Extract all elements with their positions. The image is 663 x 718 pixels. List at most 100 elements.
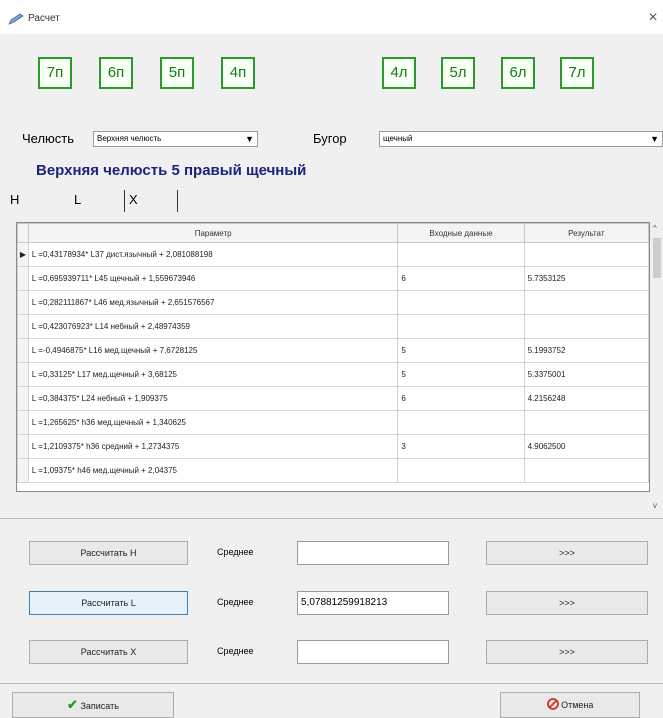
chevron-down-icon: ▼ (245, 134, 254, 144)
tab-l[interactable]: L (74, 192, 81, 207)
row-selector (17, 434, 29, 459)
cell-input[interactable]: 6 (397, 386, 525, 411)
parameter-tabs: H L X (0, 188, 663, 212)
tab-divider (124, 190, 125, 212)
jaw-select-value: Верхняя челюсть (97, 134, 162, 143)
row-selector (17, 290, 29, 315)
divider (0, 683, 663, 684)
table-row[interactable]: L =0,33125* L17 мед.щечный + 3,68125 5 5… (17, 362, 649, 387)
calculation-window: Расчет × 7п 6п 5п 4п 4л 5л 6л 7л Челюсть… (0, 0, 663, 718)
row-selector (17, 410, 29, 435)
cell-result: 4.9062500 (523, 434, 649, 459)
row-selector (17, 266, 29, 291)
tooth-button-4l[interactable]: 4л (382, 57, 416, 89)
cell-parameter: L =0,695939711* L45 щечный + 1,559673946 (27, 266, 399, 291)
cell-parameter: L =0,282111867* L46 мед.язычный + 2,6515… (27, 290, 399, 315)
cell-result (523, 458, 649, 483)
table-row[interactable]: L =1,09375* h46 мед.щечный + 2,04375 (17, 458, 649, 483)
details-h-button[interactable]: >>> (486, 541, 648, 565)
cancel-icon (546, 698, 559, 710)
cell-result: 4.2156248 (523, 386, 649, 411)
table-scrollbar[interactable]: ^ v (651, 222, 663, 512)
calculate-h-button[interactable]: Рассчитать H (29, 541, 188, 565)
tubercle-select-value: щечный (383, 134, 413, 143)
window-title: Расчет (28, 13, 60, 24)
cell-result: 5.3375001 (523, 362, 649, 387)
scroll-up-icon[interactable]: ^ (653, 224, 657, 233)
cell-input[interactable] (397, 410, 525, 435)
save-button-label: Записать (80, 701, 119, 711)
cell-input[interactable] (397, 290, 525, 315)
cell-result (523, 314, 649, 339)
row-pointer-icon: ▶ (17, 242, 29, 267)
details-x-button[interactable]: >>> (486, 640, 648, 664)
cell-result (523, 410, 649, 435)
tooth-button-6p[interactable]: 6п (99, 57, 133, 89)
average-h-field[interactable] (297, 541, 449, 565)
tooth-button-7l[interactable]: 7л (560, 57, 594, 89)
cell-result: 5.7353125 (523, 266, 649, 291)
check-icon: ✔ (67, 697, 78, 712)
close-icon[interactable]: × (645, 9, 661, 27)
table-row[interactable]: L =0,282111867* L46 мед.язычный + 2,6515… (17, 290, 649, 315)
tubercle-select[interactable]: щечный ▼ (379, 131, 663, 147)
cell-parameter: L =1,09375* h46 мед.щечный + 2,04375 (27, 458, 399, 483)
cell-input[interactable]: 5 (397, 362, 525, 387)
table-row[interactable]: L =0,423076923* L14 небный + 2,48974359 (17, 314, 649, 339)
divider (0, 518, 663, 519)
pen-icon (8, 13, 24, 25)
calculate-x-button[interactable]: Рассчитать X (29, 640, 188, 664)
row-selector (17, 458, 29, 483)
tab-x[interactable]: X (129, 192, 138, 207)
tooth-button-5p[interactable]: 5п (160, 57, 194, 89)
average-l-field[interactable]: 5,07881259918213 (297, 591, 449, 615)
cell-input[interactable]: 3 (397, 434, 525, 459)
cancel-button-label: Отмена (561, 700, 594, 710)
cell-result (523, 242, 649, 267)
cell-input[interactable] (397, 458, 525, 483)
tubercle-label: Бугор (313, 131, 347, 146)
cell-parameter: L =0,384375* L24 небный + 1,909375 (27, 386, 399, 411)
cell-input[interactable]: 6 (397, 266, 525, 291)
details-l-button[interactable]: >>> (486, 591, 648, 615)
cell-parameter: L =1,265625* h36 мед.щечный + 1,340625 (27, 410, 399, 435)
cell-input[interactable] (397, 314, 525, 339)
row-selector (17, 338, 29, 363)
row-selector-header (17, 223, 29, 243)
table-row[interactable]: L =0,695939711* L45 щечный + 1,559673946… (17, 266, 649, 291)
scroll-down-icon[interactable]: v (653, 501, 657, 510)
tab-h[interactable]: H (10, 192, 19, 207)
jaw-select[interactable]: Верхняя челюсть ▼ (93, 131, 258, 147)
calculate-l-button[interactable]: Рассчитать L (29, 591, 188, 615)
table-row[interactable]: L =0,384375* L24 небный + 1,909375 6 4.2… (17, 386, 649, 411)
cancel-button[interactable]: Отмена (500, 692, 640, 718)
average-x-field[interactable] (297, 640, 449, 664)
cell-parameter: L =0,43178934* L37 дист.язычный + 2,0810… (27, 242, 399, 267)
cell-input[interactable]: 5 (397, 338, 525, 363)
cell-result (523, 290, 649, 315)
row-selector (17, 362, 29, 387)
parameters-table: Параметр Входные данные Результат ▶ L =0… (16, 222, 650, 492)
table-row[interactable]: L =-0,4946875* L16 мед.щечный + 7,672812… (17, 338, 649, 363)
table-row[interactable]: L =1,265625* h36 мед.щечный + 1,340625 (17, 410, 649, 435)
tooth-button-5l[interactable]: 5л (441, 57, 475, 89)
cell-input[interactable] (397, 242, 525, 267)
column-header-result[interactable]: Результат (523, 223, 649, 243)
selection-heading: Верхняя челюсть 5 правый щечный (36, 162, 307, 179)
average-h-label: Среднее (217, 547, 254, 557)
save-button[interactable]: ✔ Записать (12, 692, 174, 718)
tab-divider (177, 190, 178, 212)
chevron-down-icon: ▼ (650, 134, 659, 144)
title-bar: Расчет × (0, 0, 663, 34)
cell-parameter: L =-0,4946875* L16 мед.щечный + 7,672812… (27, 338, 399, 363)
tooth-button-7p[interactable]: 7п (38, 57, 72, 89)
scrollbar-thumb[interactable] (653, 238, 661, 278)
average-x-label: Среднее (217, 646, 254, 656)
tooth-button-4p[interactable]: 4п (221, 57, 255, 89)
table-row[interactable]: L =1,2109375* h36 средний + 1,2734375 3 … (17, 434, 649, 459)
cell-parameter: L =0,33125* L17 мед.щечный + 3,68125 (27, 362, 399, 387)
tooth-button-6l[interactable]: 6л (501, 57, 535, 89)
column-header-input[interactable]: Входные данные (397, 223, 525, 243)
column-header-parameter[interactable]: Параметр (27, 223, 399, 243)
table-row[interactable]: ▶ L =0,43178934* L37 дист.язычный + 2,08… (17, 242, 649, 267)
